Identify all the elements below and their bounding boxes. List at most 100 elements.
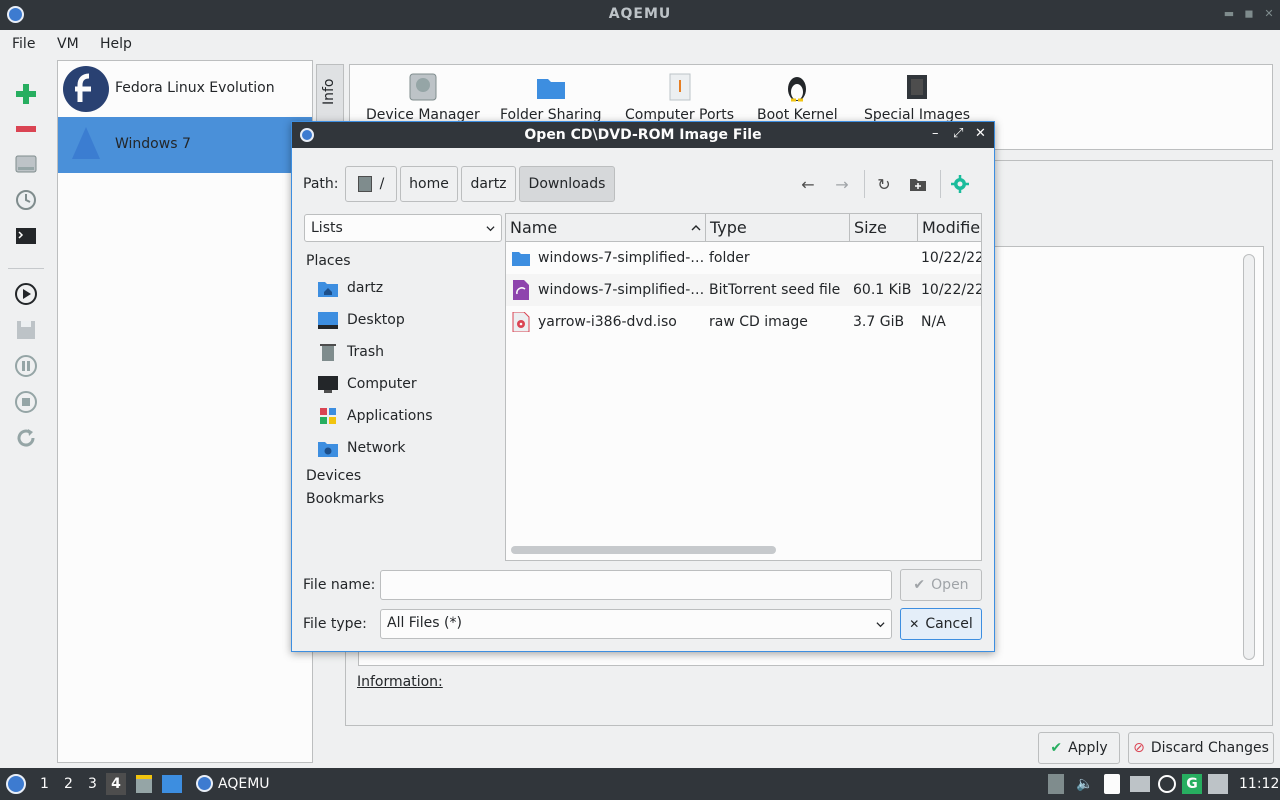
wifi-tray-icon[interactable] [1208, 774, 1228, 794]
network-settings-icon[interactable] [950, 174, 970, 194]
computer-ports-button[interactable]: Computer Ports [625, 71, 734, 123]
menu-vm[interactable]: VM [57, 36, 79, 52]
file-name-input[interactable] [380, 570, 892, 600]
remove-vm-icon[interactable] [12, 115, 40, 143]
reset-icon[interactable] [12, 424, 40, 452]
folder-icon [512, 252, 530, 266]
device-manager-button[interactable]: Device Manager [366, 71, 480, 123]
workspace-4-active[interactable]: 4 [106, 773, 126, 795]
menu-help[interactable]: Help [100, 36, 132, 52]
file-name-label: File name: [303, 577, 376, 593]
tab-info[interactable]: Info [316, 64, 344, 128]
task-aqemu[interactable]: AQEMU [218, 776, 270, 792]
column-header-type[interactable]: Type [706, 214, 850, 242]
terminal-icon[interactable] [12, 222, 40, 250]
disk-icon[interactable] [12, 150, 40, 178]
dialog-minimize-icon[interactable]: – [932, 126, 939, 141]
crumb-root[interactable]: / [345, 166, 397, 202]
file-list-hscrollbar[interactable] [511, 546, 776, 554]
places-header[interactable]: Places [306, 253, 351, 269]
workspace-3[interactable]: 3 [88, 776, 97, 792]
open-file-dialog: Open CD\DVD-ROM Image File – ⤢ ✕ Path: /… [291, 121, 995, 652]
dialog-maximize-icon[interactable]: ⤢ [953, 126, 963, 141]
check-icon: ✔ [913, 577, 926, 593]
disc-image-icon [512, 312, 530, 332]
clipboard-icon[interactable] [1104, 774, 1120, 794]
close-icon: ✕ [909, 617, 920, 631]
network-tray-icon[interactable] [1130, 776, 1150, 792]
forward-icon[interactable]: → [832, 174, 852, 194]
dialog-close-icon[interactable]: ✕ [975, 126, 986, 141]
nav-separator [864, 170, 865, 198]
reload-icon[interactable]: ↻ [874, 174, 894, 194]
start-menu-icon[interactable] [6, 774, 26, 794]
file-row[interactable]: windows-7-simplified-… folder 10/22/22 [506, 242, 981, 274]
bookmarks-header[interactable]: Bookmarks [306, 491, 384, 507]
menu-file[interactable]: File [12, 36, 35, 52]
maximize-icon[interactable]: ◼ [1242, 7, 1256, 21]
new-folder-icon[interactable] [908, 174, 928, 194]
info-scrollbar[interactable] [1243, 254, 1255, 660]
column-header-modified[interactable]: Modified [918, 214, 981, 242]
place-desktop[interactable]: Desktop [318, 310, 498, 332]
file-row[interactable]: windows-7-simplified-… BitTorrent seed f… [506, 274, 981, 306]
place-trash[interactable]: Trash [318, 342, 498, 364]
toolbar-separator [8, 268, 44, 269]
folder-sharing-button[interactable]: Folder Sharing [500, 71, 601, 123]
tray-app-icon[interactable]: G [1182, 774, 1202, 794]
minimize-icon[interactable]: ▬ [1222, 7, 1236, 21]
show-desktop-icon[interactable] [162, 775, 182, 793]
chevron-down-icon [876, 622, 885, 628]
left-toolbar [0, 60, 52, 768]
open-button[interactable]: ✔ Open [900, 569, 982, 601]
play-icon[interactable] [12, 280, 40, 308]
tab-info-label: Info [321, 78, 337, 106]
add-vm-icon[interactable] [12, 80, 40, 108]
special-images-button[interactable]: Special Images [864, 71, 970, 123]
crumb-dartz[interactable]: dartz [461, 166, 516, 202]
stop-icon[interactable] [12, 388, 40, 416]
save-state-icon[interactable] [12, 316, 40, 344]
view-mode-select[interactable]: Lists [304, 214, 502, 242]
power-tray-icon[interactable] [1158, 775, 1176, 793]
pause-icon[interactable] [12, 352, 40, 380]
place-applications[interactable]: Applications [318, 406, 498, 428]
workspace-2[interactable]: 2 [64, 776, 73, 792]
place-computer[interactable]: Computer [318, 374, 498, 396]
chip-icon [901, 71, 933, 103]
discard-changes-button[interactable]: ⊘ Discard Changes [1128, 732, 1274, 764]
file-list: Name Type Size Modified windows-7-simpli… [505, 213, 982, 561]
column-header-size[interactable]: Size [850, 214, 918, 242]
cancel-button[interactable]: ✕ Cancel [900, 608, 982, 640]
fedora-icon [63, 66, 109, 112]
crumb-downloads[interactable]: Downloads [519, 166, 615, 202]
close-icon[interactable]: ✕ [1262, 7, 1276, 21]
path-label: Path: [303, 176, 339, 192]
vm-name: Windows 7 [115, 136, 191, 152]
vm-item-windows7[interactable]: Windows 7 [58, 117, 312, 173]
tray-updates-icon[interactable] [1048, 774, 1064, 794]
tux-icon [781, 71, 813, 103]
devices-header[interactable]: Devices [306, 468, 361, 484]
vm-name: Fedora Linux Evolution [115, 80, 275, 96]
crumb-home[interactable]: home [400, 166, 458, 202]
file-row[interactable]: yarrow-i386-dvd.iso raw CD image 3.7 GiB… [506, 306, 981, 338]
file-manager-icon[interactable] [136, 775, 152, 793]
place-dartz[interactable]: dartz [318, 278, 498, 300]
clock-icon[interactable] [12, 186, 40, 214]
window-titlebar: AQEMU ▬ ◼ ✕ [0, 0, 1280, 30]
volume-icon[interactable]: 🔈 [1076, 776, 1093, 792]
back-icon[interactable]: ← [798, 174, 818, 194]
place-network[interactable]: Network [318, 438, 498, 460]
cancel-circle-icon: ⊘ [1133, 740, 1145, 756]
nav-separator [940, 170, 941, 198]
vm-item-fedora[interactable]: Fedora Linux Evolution [58, 61, 312, 117]
taskbar: 1 2 3 4 AQEMU 🔈 G 11:12 [0, 768, 1280, 800]
column-header-name[interactable]: Name [506, 214, 706, 242]
apply-button[interactable]: ✔ Apply [1038, 732, 1120, 764]
dialog-title: Open CD\DVD-ROM Image File [524, 127, 762, 143]
boot-kernel-button[interactable]: Boot Kernel [757, 71, 838, 123]
workspace-1[interactable]: 1 [40, 776, 49, 792]
vm-list: Fedora Linux Evolution Windows 7 [57, 60, 313, 763]
file-type-select[interactable]: All Files (*) [380, 609, 892, 639]
